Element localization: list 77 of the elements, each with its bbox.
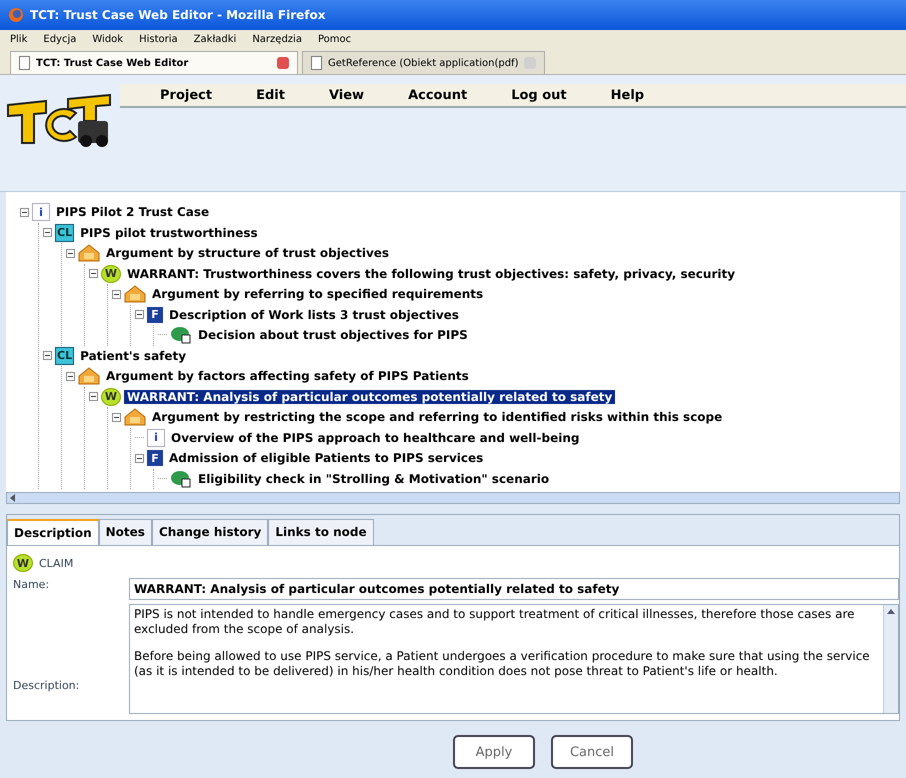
tree-node-label[interactable]: Argument by factors affecting safety of PIPS Patients	[103, 369, 472, 384]
menu-item[interactable]: Zakładki	[194, 34, 236, 44]
collapse-toggle[interactable]	[66, 248, 75, 258]
argument-icon	[78, 244, 100, 262]
fact-icon: F	[147, 306, 163, 323]
menu-item[interactable]: Edycja	[43, 34, 76, 44]
tree-node-label[interactable]: WARRANT: Trustworthiness covers the following trust objectives: safety, privacy, security	[124, 266, 738, 281]
browser-tab[interactable]: GetReference (Obiekt application(pdf)	[302, 51, 546, 74]
menu-item[interactable]: Account	[408, 88, 468, 102]
tab[interactable]: Notes	[98, 519, 152, 545]
description-paragraph: PIPS is not intended to handle emergency cases and to support treatment of critical illnesses, therefore those cases are excluded from the scope of analysis.	[134, 607, 856, 637]
tree-node-label[interactable]: PIPS pilot trustworthiness	[77, 226, 261, 240]
vertical-scrollbar[interactable]	[883, 605, 898, 713]
collapse-toggle[interactable]	[43, 228, 52, 238]
tree-node-label[interactable]: Eligibility check in "Strolling & Motivation" scenario	[195, 472, 552, 486]
cancel-button[interactable]: Cancel	[551, 735, 633, 769]
tab[interactable]: Change history	[152, 519, 268, 545]
tree-node-label[interactable]: Argument by restricting the scope and referring to identified risks within this scope	[149, 410, 726, 424]
node-type-label: CLAIM	[39, 556, 74, 570]
window-title: TCT: Trust Case Web Editor - Mozilla Firefox	[30, 8, 326, 22]
decision-icon	[170, 470, 192, 488]
claim-icon: CL	[55, 346, 74, 365]
tree-node-label[interactable]: PIPS Pilot 2 Trust Case	[53, 205, 212, 220]
menu-item[interactable]: Widok	[92, 34, 124, 44]
menu-item[interactable]: View	[328, 88, 364, 102]
info-icon: i	[32, 203, 50, 222]
tree-node-label[interactable]: Admission of eligible Patients to PIPS services	[166, 451, 486, 466]
collapse-toggle[interactable]	[89, 269, 98, 278]
tree-node-label[interactable]: Decision about trust objectives for PIPS	[195, 328, 471, 342]
claim-icon: CL	[55, 224, 74, 242]
description-field[interactable]	[129, 604, 899, 714]
page-icon	[311, 56, 322, 70]
collapse-toggle[interactable]	[43, 351, 52, 360]
menu-item[interactable]: Plik	[10, 34, 28, 44]
scroll-up-icon[interactable]	[887, 609, 895, 614]
fact-icon: F	[147, 450, 163, 466]
collapse-toggle[interactable]	[66, 372, 75, 381]
name-field[interactable]: WARRANT: Analysis of particular outcomes potentially related to safety	[129, 578, 899, 600]
collapse-toggle[interactable]	[135, 454, 144, 463]
browser-tab[interactable]: TCT: Trust Case Web Editor	[10, 51, 298, 74]
warrant-icon: W	[101, 264, 121, 283]
collapse-toggle[interactable]	[135, 310, 144, 320]
page-icon	[19, 56, 30, 70]
name-label: Name:	[13, 578, 50, 593]
menu-item[interactable]: Project	[160, 88, 212, 102]
tree-node-label[interactable]: Patient's safety	[77, 348, 190, 363]
apply-button[interactable]: Apply	[453, 735, 535, 769]
horizontal-scrollbar[interactable]	[6, 492, 900, 504]
scroll-left-icon[interactable]	[10, 494, 15, 502]
warrant-icon: W	[101, 388, 121, 406]
collapse-toggle[interactable]	[112, 412, 121, 422]
tree-node-label[interactable]: Argument by structure of trust objectives	[103, 246, 392, 260]
argument-icon	[78, 367, 100, 386]
close-icon[interactable]	[277, 57, 289, 69]
tree-node-label[interactable]: Overview of the PIPS approach to healthcare and well-being	[168, 430, 582, 445]
argument-icon	[124, 408, 146, 426]
browser-logo-icon	[8, 7, 24, 23]
argument-icon	[124, 285, 146, 304]
menu-item[interactable]: Edit	[256, 88, 285, 102]
menu-item[interactable]: Pomoc	[318, 34, 352, 44]
tab[interactable]: Links to node	[268, 519, 374, 545]
menu-item[interactable]: Log out	[511, 88, 567, 102]
tab[interactable]: Description	[7, 519, 99, 545]
description-paragraph: Before being allowed to use PIPS service, a Patient undergoes a verification procedure to make sure that using the service (as it is intended to be delivered) in his/her health condition does not pose threat to Patient's life or health.	[134, 649, 871, 679]
tree-node-label[interactable]: Argument by referring to specified requirements	[149, 287, 486, 302]
menu-item[interactable]: Narzędzia	[252, 34, 302, 44]
warrant-icon: W	[13, 554, 33, 572]
menu-item[interactable]: Help	[610, 88, 644, 102]
menu-item[interactable]: Historia	[139, 34, 178, 44]
collapse-toggle[interactable]	[89, 392, 98, 402]
collapse-toggle[interactable]	[20, 208, 29, 217]
description-label: Description:	[13, 679, 80, 692]
tree-node-label[interactable]: Description of Work lists 3 trust objectives	[166, 308, 462, 322]
collapse-toggle[interactable]	[112, 290, 121, 299]
decision-icon	[170, 326, 192, 344]
tree-node-label[interactable]: WARRANT: Analysis of particular outcomes potentially related to safety	[124, 390, 616, 404]
info-icon: i	[147, 428, 165, 447]
